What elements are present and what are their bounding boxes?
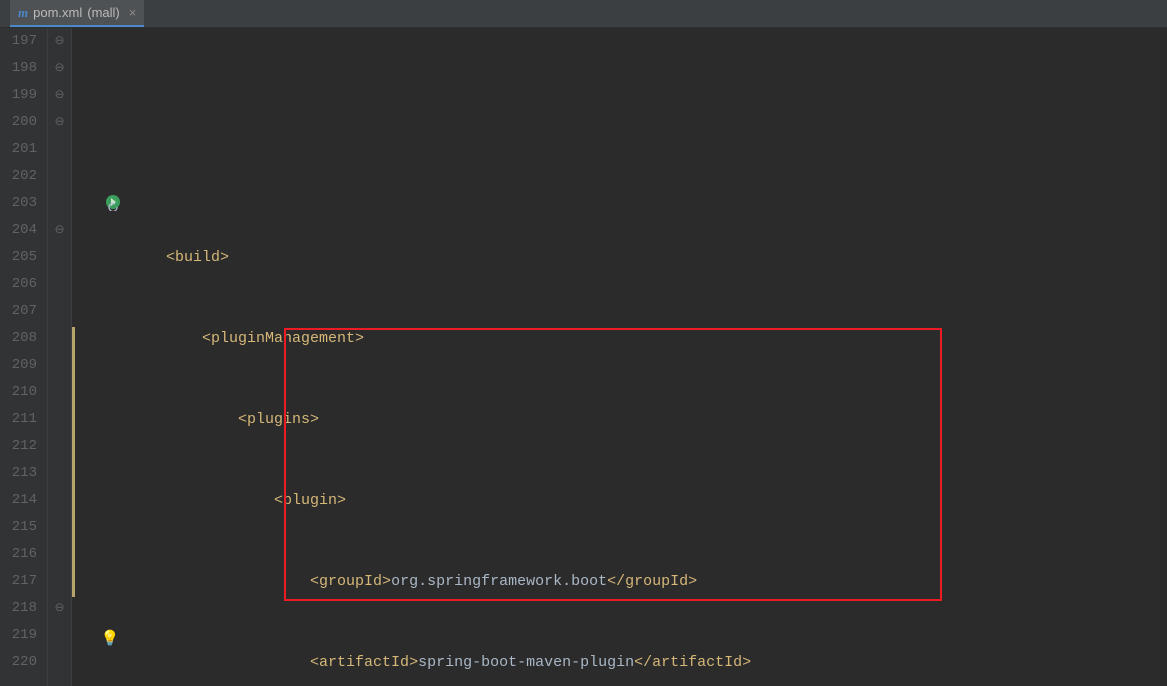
- line-number[interactable]: 200: [0, 109, 37, 136]
- line-number[interactable]: 202: [0, 163, 37, 190]
- file-tab-pom[interactable]: m pom.xml (mall) ×: [10, 0, 144, 27]
- tab-filename: pom.xml: [33, 5, 82, 20]
- line-number[interactable]: 216: [0, 541, 37, 568]
- code-line[interactable]: <plugins>: [72, 406, 1167, 433]
- fold-icon[interactable]: [48, 379, 71, 406]
- fold-icon[interactable]: ⊖: [48, 28, 71, 55]
- fold-icon[interactable]: [48, 271, 71, 298]
- fold-icon[interactable]: [48, 568, 71, 595]
- fold-icon[interactable]: [48, 406, 71, 433]
- line-number[interactable]: 219: [0, 622, 37, 649]
- run-gutter-icon[interactable]: [50, 166, 70, 248]
- code-line[interactable]: <groupId>org.springframework.boot</group…: [72, 568, 1167, 595]
- fold-gutter: ⊖ ⊖ ⊖ ⊖ ⊖ ⊖: [48, 28, 72, 686]
- fold-icon[interactable]: [48, 487, 71, 514]
- close-icon[interactable]: ×: [129, 5, 137, 20]
- line-number[interactable]: 198: [0, 55, 37, 82]
- line-number[interactable]: 213: [0, 460, 37, 487]
- fold-icon[interactable]: [48, 514, 71, 541]
- line-number[interactable]: 207: [0, 298, 37, 325]
- line-number[interactable]: 211: [0, 406, 37, 433]
- fold-icon[interactable]: [48, 352, 71, 379]
- line-number[interactable]: 203: [0, 190, 37, 217]
- code-line[interactable]: <artifactId>spring-boot-maven-plugin</ar…: [72, 649, 1167, 676]
- line-number[interactable]: 201: [0, 136, 37, 163]
- fold-icon[interactable]: [48, 325, 71, 352]
- code-line[interactable]: <build>: [72, 244, 1167, 271]
- editor-tabbar: m pom.xml (mall) ×: [0, 0, 1167, 28]
- line-number[interactable]: 199: [0, 82, 37, 109]
- line-number[interactable]: 215: [0, 514, 37, 541]
- line-number[interactable]: 220: [0, 649, 37, 676]
- change-marker: [72, 327, 75, 597]
- fold-icon[interactable]: [48, 244, 71, 271]
- line-number[interactable]: 204: [0, 217, 37, 244]
- line-number[interactable]: 205: [0, 244, 37, 271]
- line-number[interactable]: 210: [0, 379, 37, 406]
- fold-icon[interactable]: ⊖: [48, 109, 71, 136]
- line-number[interactable]: 197: [0, 28, 37, 55]
- line-number[interactable]: 212: [0, 433, 37, 460]
- line-number-gutter: 197 198 199 200 201 202 203 204 205 206 …: [0, 28, 48, 686]
- fold-icon[interactable]: [48, 460, 71, 487]
- fold-icon[interactable]: [48, 136, 71, 163]
- fold-icon[interactable]: ⊖: [48, 82, 71, 109]
- fold-icon[interactable]: ⊖: [48, 595, 71, 622]
- code-editor[interactable]: 197 198 199 200 201 202 203 204 205 206 …: [0, 28, 1167, 686]
- fold-icon[interactable]: [48, 298, 71, 325]
- line-number[interactable]: 208: [0, 325, 37, 352]
- fold-icon[interactable]: ⊖: [48, 55, 71, 82]
- line-number[interactable]: 217: [0, 568, 37, 595]
- code-line[interactable]: <plugin>: [72, 487, 1167, 514]
- code-area[interactable]: 💡 <build> <pluginManagement> <plugins> <…: [72, 28, 1167, 686]
- tab-module: (mall): [87, 5, 120, 20]
- line-number[interactable]: 214: [0, 487, 37, 514]
- fold-icon[interactable]: [48, 622, 71, 649]
- line-number[interactable]: 218: [0, 595, 37, 622]
- fold-icon[interactable]: [48, 541, 71, 568]
- annotation-red-box: [284, 328, 942, 601]
- line-number[interactable]: 209: [0, 352, 37, 379]
- maven-icon: m: [18, 5, 28, 21]
- fold-icon[interactable]: [48, 433, 71, 460]
- fold-icon[interactable]: [48, 649, 71, 676]
- code-line[interactable]: <pluginManagement>: [72, 325, 1167, 352]
- line-number[interactable]: 206: [0, 271, 37, 298]
